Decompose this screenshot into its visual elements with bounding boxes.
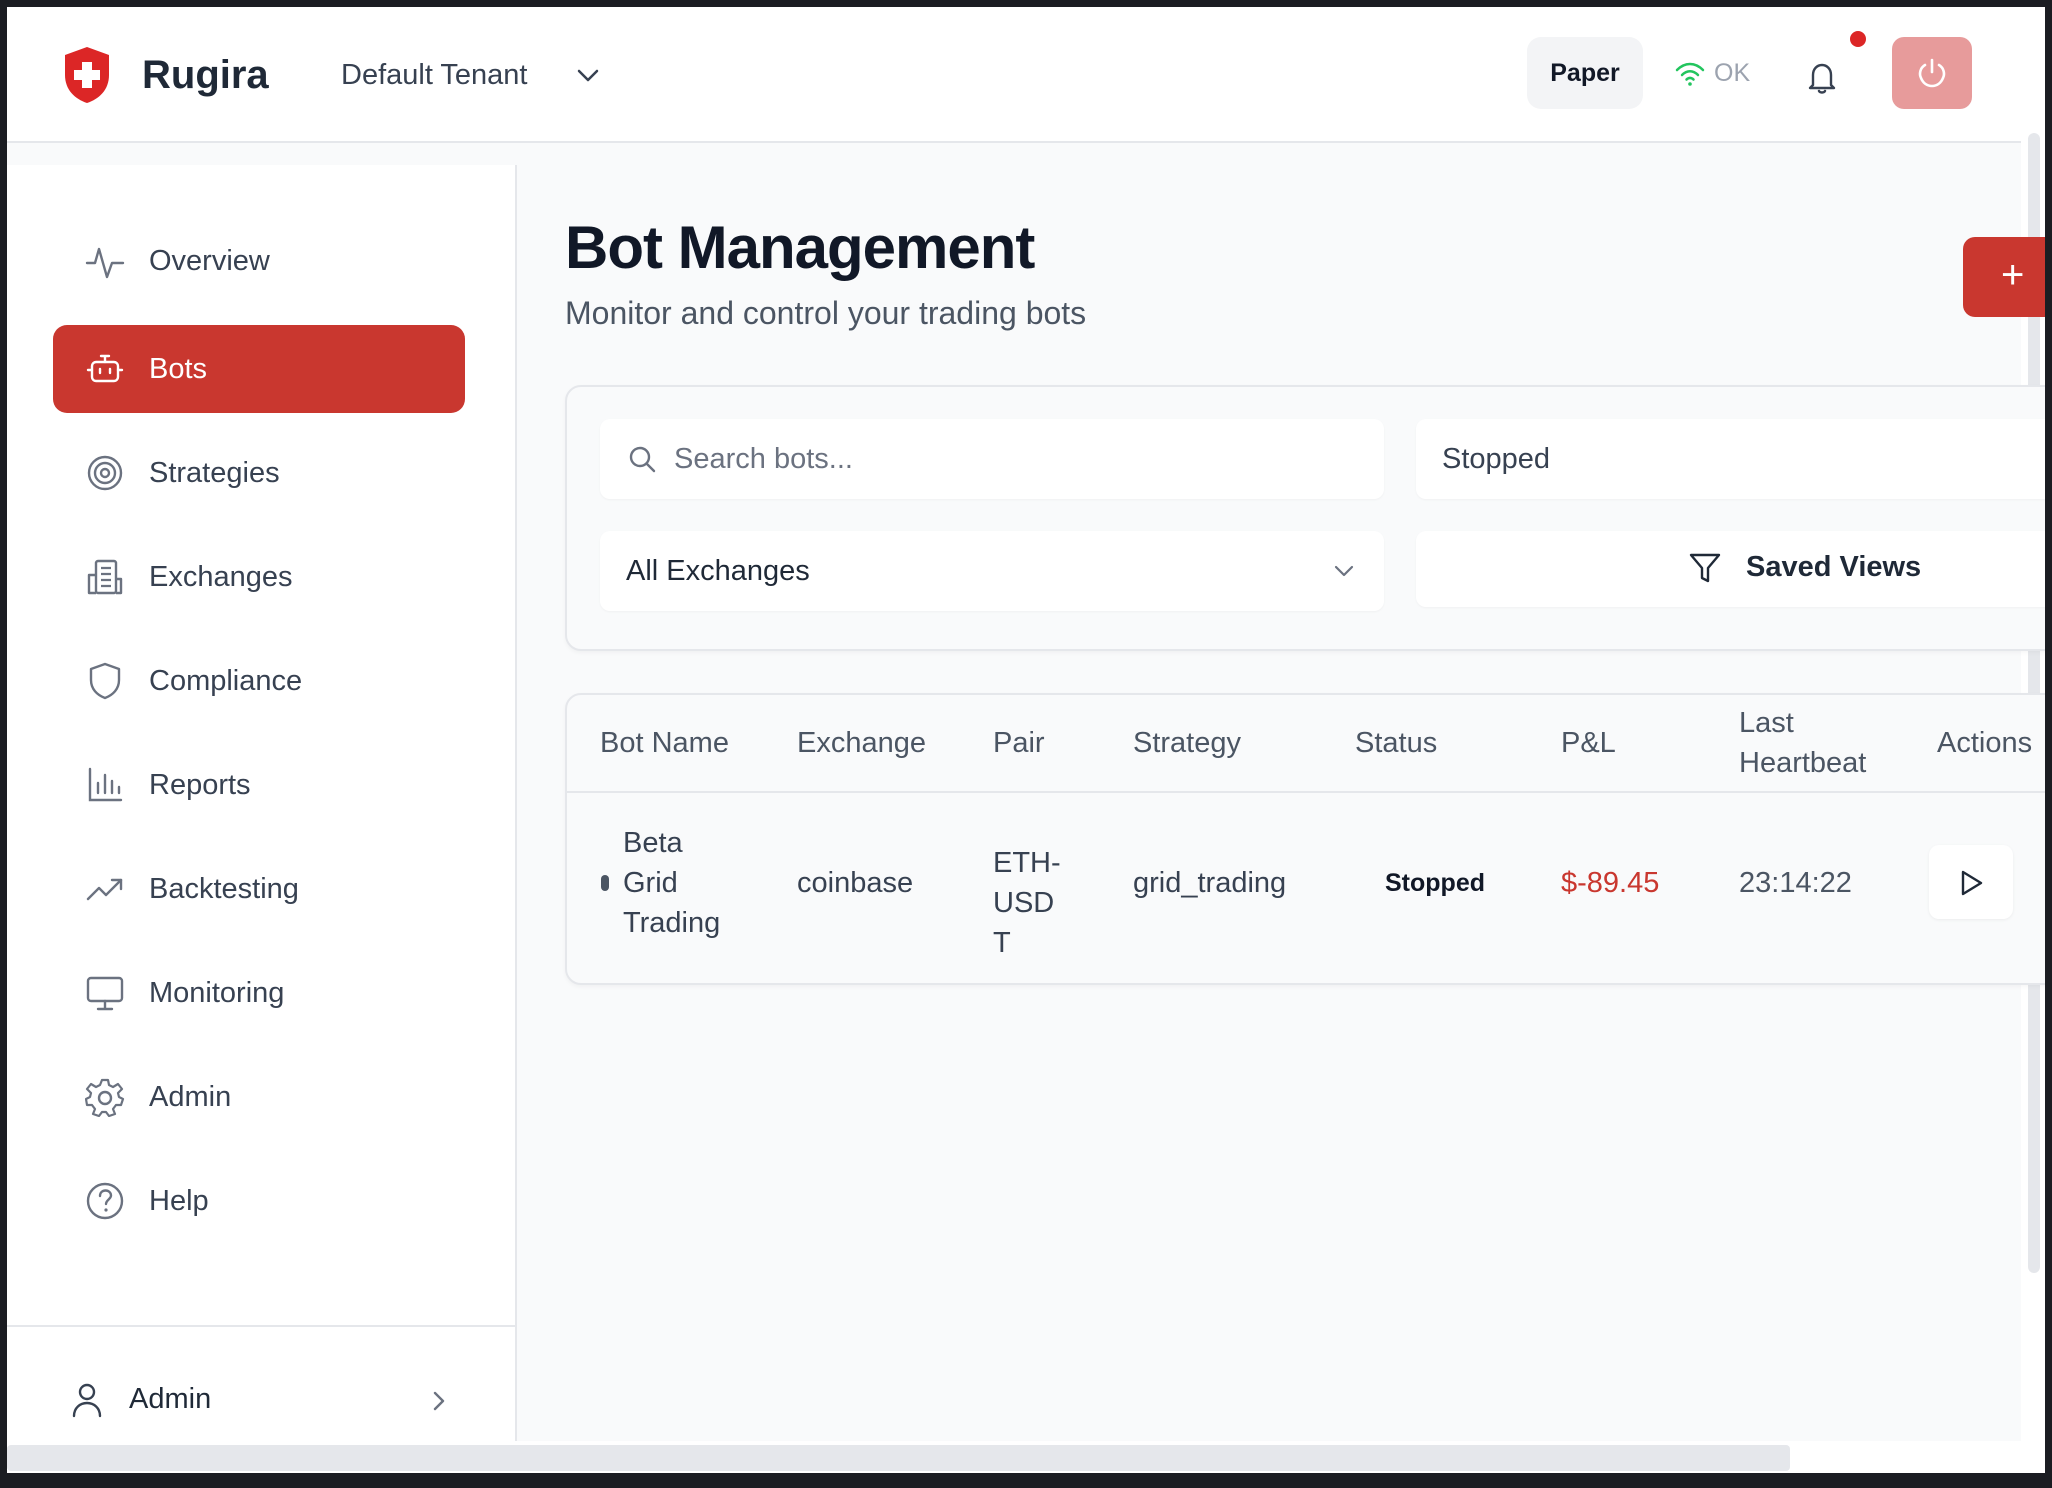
sidebar-item-label: Admin [149,1081,232,1113]
connection-status: OK [1674,59,1750,88]
column-header-status[interactable]: Status [1355,695,1437,791]
activity-icon [85,247,125,279]
chevron-down-icon [1334,565,1354,577]
column-header-exchange[interactable]: Exchange [797,695,926,791]
user-menu[interactable]: Admin [69,1373,457,1429]
trending-up-icon [86,878,123,901]
brand-name: Rugira [142,53,269,97]
connection-status-label: OK [1714,59,1751,87]
table-header-divider [567,791,2045,793]
horizontal-scrollbar[interactable] [7,1441,2021,1473]
column-header-bot-name[interactable]: Bot Name [600,695,729,791]
wifi-icon [1675,62,1705,86]
filter-panel: Stopped All Exchanges Saved Views [565,385,2045,651]
cell-strategy: grid_trading [1133,867,1287,899]
sidebar-divider [7,1325,515,1327]
cell-pnl: $-89.45 [1561,867,1660,899]
row-status-indicator [601,875,609,891]
sidebar: Overview Bots Strategies Exchanges Compl… [7,165,517,1473]
sidebar-item-label: Bots [149,353,208,385]
target-icon [87,455,123,491]
status-filter-select[interactable]: Stopped [1416,419,2045,499]
exchange-filter-value: All Exchanges [626,555,810,587]
chevron-right-icon [433,1391,445,1411]
gear-icon [85,1078,125,1117]
bar-chart-icon [88,767,123,802]
sidebar-item-label: Overview [149,245,270,277]
play-icon [1961,870,1983,896]
sidebar-item-label: Help [149,1185,209,1217]
sidebar-item-compliance[interactable]: Compliance [53,637,465,725]
top-header: Rugira Default Tenant Paper OK [7,7,2021,143]
cell-last-heartbeat: 23:14:22 [1739,867,1852,899]
app-window: Rugira Default Tenant Paper OK Overview … [7,7,2045,1473]
cell-exchange: coinbase [797,867,914,899]
column-header-pair[interactable]: Pair [993,695,1045,791]
monitor-icon [86,976,124,1011]
tenant-selector[interactable]: Default Tenant [341,55,528,95]
search-icon [629,446,656,473]
new-bot-button[interactable]: + [1963,237,2045,317]
page-subtitle: Monitor and control your trading bots [565,295,1087,331]
logo-shield-icon [65,47,109,103]
sidebar-item-label: Backtesting [149,873,299,905]
sidebar-item-strategies[interactable]: Strategies [53,429,465,517]
start-bot-button[interactable] [1929,845,2013,919]
cell-bot-name[interactable]: Beta Grid Trading [623,823,733,943]
building-icon [87,559,123,595]
power-icon [1918,58,1946,88]
sidebar-item-exchanges[interactable]: Exchanges [53,533,465,621]
sidebar-item-bots[interactable]: Bots [53,325,465,413]
sidebar-item-admin[interactable]: Admin [53,1053,465,1141]
saved-views-label: Saved Views [1746,551,1922,583]
trading-mode-button[interactable]: Paper [1527,37,1643,109]
status-badge: Stopped [1385,869,1485,897]
sidebar-item-label: Monitoring [149,977,285,1009]
sidebar-item-overview[interactable]: Overview [53,217,465,305]
sidebar-item-help[interactable]: Help [53,1157,465,1245]
filter-icon [1689,553,1721,583]
horizontal-scrollbar-thumb[interactable] [7,1445,1790,1471]
help-circle-icon [86,1182,124,1220]
saved-views-button[interactable]: Saved Views [1416,531,2045,607]
notification-dot [1850,31,1866,47]
shield-icon [89,662,121,700]
bot-icon [86,354,124,383]
sidebar-item-backtesting[interactable]: Backtesting [53,845,465,933]
sidebar-item-label: Exchanges [149,561,293,593]
user-name: Admin [129,1383,212,1415]
exchange-filter-select[interactable]: All Exchanges [600,531,1384,611]
column-header-last-heartbeat[interactable]: Last Heartbeat [1739,695,1899,791]
page-title: Bot Management [565,214,1035,281]
chevron-down-icon[interactable] [575,65,601,87]
search-input[interactable] [674,437,1354,481]
bots-table: Bot Name Exchange Pair Strategy Status P… [565,693,2045,985]
new-bot-button-label: + [2001,253,2025,297]
column-header-actions: Actions [1937,727,2033,759]
user-icon [72,1383,102,1418]
sidebar-item-label: Reports [149,769,251,801]
sidebar-item-monitoring[interactable]: Monitoring [53,949,465,1037]
sidebar-item-label: Compliance [149,665,303,697]
column-header-pnl[interactable]: P&L [1561,695,1616,791]
cell-pair: ETH-USDT [993,847,1061,959]
sidebar-item-label: Strategies [149,457,280,489]
status-filter-value: Stopped [1442,443,1551,475]
sidebar-item-reports[interactable]: Reports [53,741,465,829]
emergency-stop-button[interactable] [1892,37,1972,109]
bell-icon[interactable] [1802,57,1842,97]
column-header-strategy[interactable]: Strategy [1133,695,1241,791]
search-field[interactable] [600,419,1384,499]
